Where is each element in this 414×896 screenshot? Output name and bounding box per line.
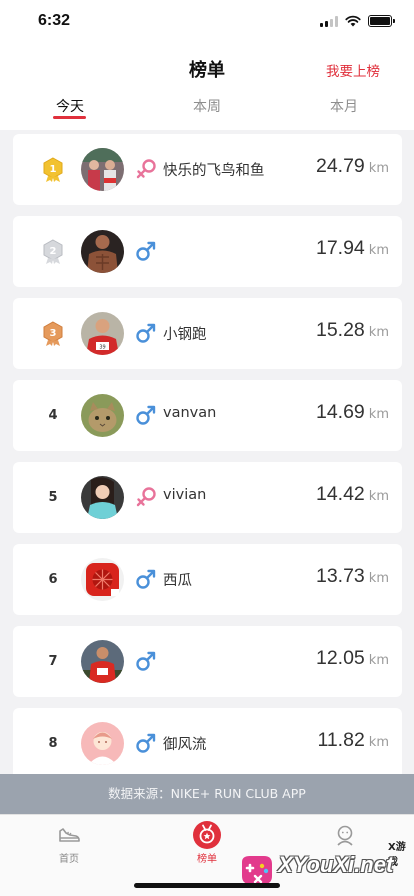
rank-badge: 5 — [37, 462, 69, 533]
distance: 13.73 km — [316, 565, 389, 588]
avatar[interactable] — [81, 230, 124, 273]
gold-medal-icon: 1 — [42, 156, 64, 183]
rank-number: 8 — [48, 736, 58, 751]
medal-icon — [167, 821, 247, 849]
svg-text:1: 1 — [50, 164, 57, 175]
leaderboard-row[interactable]: 3 39 小钢跑 15.28 km — [13, 298, 402, 369]
rank-number: 4 — [48, 408, 58, 423]
rank-badge: 6 — [37, 544, 69, 615]
distance: 17.94 km — [316, 237, 389, 260]
avatar[interactable] — [81, 476, 124, 519]
leaderboard-row[interactable]: 6 西瓜 13.73 km — [13, 544, 402, 615]
distance-value: 17.94 — [315, 237, 365, 259]
runner-name: 西瓜 — [163, 573, 192, 589]
avatar[interactable] — [81, 722, 124, 765]
distance-value: 15.28 — [315, 319, 365, 341]
female-icon — [134, 485, 158, 509]
wifi-icon — [345, 15, 361, 27]
tab-home[interactable]: 首页 — [29, 821, 109, 865]
distance-unit: km — [368, 735, 389, 750]
distance-value: 13.73 — [315, 565, 365, 587]
leaderboard-row[interactable]: 1 快乐的飞鸟和鱼 24.79 km — [13, 134, 402, 205]
tab-this-month[interactable]: 本月 — [294, 96, 394, 116]
distance-value: 14.69 — [315, 401, 365, 423]
distance-unit: km — [368, 653, 389, 668]
leaderboard-row[interactable]: 8 御风流 11.82 km — [13, 708, 402, 779]
tab-leaderboard[interactable]: 榜单 — [167, 821, 247, 865]
distance-unit: km — [368, 243, 389, 258]
distance: 24.79 km — [316, 155, 389, 178]
nav-bar: 榜单 我要上榜 — [0, 44, 414, 90]
cellular-signal-icon — [320, 15, 338, 27]
leaderboard-row[interactable]: 4 vanvan 14.69 km — [13, 380, 402, 451]
runner-name: 御风流 — [163, 737, 207, 753]
male-icon — [134, 567, 158, 591]
distance-unit: km — [368, 407, 389, 422]
join-leaderboard-button[interactable]: 我要上榜 — [326, 60, 380, 80]
avatar[interactable] — [81, 558, 124, 601]
distance: 12.05 km — [316, 647, 389, 670]
status-bar: 6:32 — [0, 0, 414, 44]
avatar[interactable] — [81, 394, 124, 437]
distance-value: 12.05 — [315, 647, 365, 669]
distance-value: 14.42 — [315, 483, 365, 505]
male-icon — [134, 403, 158, 427]
male-icon — [134, 239, 158, 263]
silver-medal-icon: 2 — [42, 238, 64, 265]
status-icons — [320, 15, 395, 27]
runner-name: vanvan — [163, 405, 217, 421]
female-icon — [134, 157, 158, 181]
rank-badge: 8 — [37, 708, 69, 779]
leaderboard-row[interactable]: 5 vivian 14.42 km — [13, 462, 402, 533]
avatar[interactable] — [81, 148, 124, 191]
runner-name: 小钢跑 — [163, 327, 207, 343]
distance: 14.69 km — [316, 401, 389, 424]
rank-badge: 2 — [37, 216, 69, 287]
distance-unit: km — [368, 489, 389, 504]
status-time: 6:32 — [38, 12, 71, 29]
runner-name: 快乐的飞鸟和鱼 — [163, 163, 265, 179]
distance-unit: km — [368, 325, 389, 340]
home-indicator[interactable] — [134, 883, 280, 888]
rank-number: 5 — [48, 490, 58, 505]
rank-badge: 3 — [37, 298, 69, 369]
male-icon — [134, 321, 158, 345]
tab-leaderboard-label: 榜单 — [197, 854, 217, 865]
shoe-icon — [29, 821, 109, 849]
rank-badge: 1 — [37, 134, 69, 205]
male-icon — [134, 649, 158, 673]
distance: 15.28 km — [316, 319, 389, 342]
rank-number: 6 — [48, 572, 58, 587]
leaderboard-row[interactable]: 2 17.94 km — [13, 216, 402, 287]
distance-value: 11.82 — [317, 729, 365, 751]
avatar[interactable] — [81, 640, 124, 683]
runner-name: vivian — [163, 487, 207, 503]
male-icon — [134, 731, 158, 755]
svg-text:3: 3 — [50, 328, 57, 339]
distance-value: 24.79 — [315, 155, 365, 177]
avatar[interactable]: 39 — [81, 312, 124, 355]
tab-this-week[interactable]: 本周 — [157, 96, 257, 116]
battery-icon — [368, 15, 395, 27]
data-source-banner: 数据来源：NIKE+ RUN CLUB APP — [0, 774, 414, 814]
rank-number: 7 — [48, 654, 58, 669]
svg-text:2: 2 — [50, 246, 57, 257]
distance: 11.82 km — [317, 729, 389, 752]
period-tabs: 今天 本周 本月 — [0, 90, 414, 130]
distance-unit: km — [368, 571, 389, 586]
tab-today[interactable]: 今天 — [20, 96, 120, 116]
bronze-medal-icon: 3 — [42, 320, 64, 347]
distance-unit: km — [368, 161, 389, 176]
watermark-brand-text: XYouXi.net — [278, 852, 394, 877]
active-tab-indicator — [53, 116, 86, 119]
rank-badge: 4 — [37, 380, 69, 451]
leaderboard-row[interactable]: 7 12.05 km — [13, 626, 402, 697]
rank-badge: 7 — [37, 626, 69, 697]
distance: 14.42 km — [316, 483, 389, 506]
svg-text:39: 39 — [99, 345, 105, 351]
tab-home-label: 首页 — [59, 854, 79, 865]
